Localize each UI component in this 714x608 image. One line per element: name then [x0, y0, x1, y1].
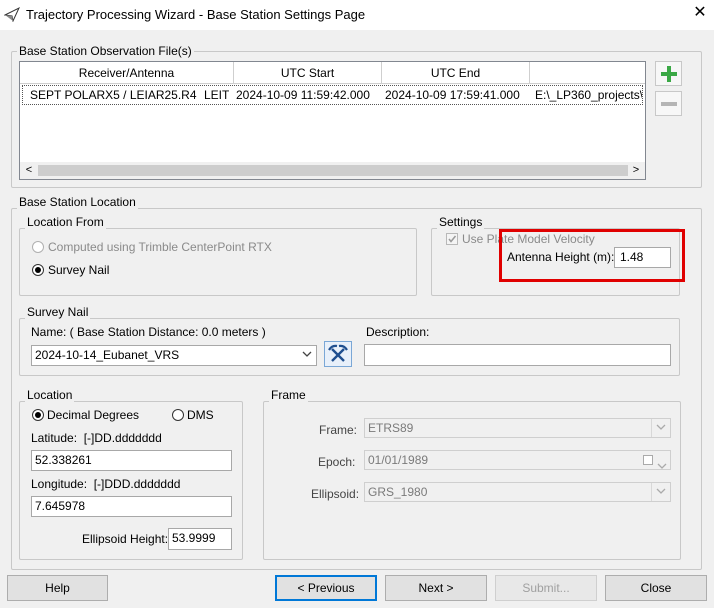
radio-survey-nail[interactable] — [32, 264, 44, 276]
highlight-box — [499, 229, 685, 282]
scroll-left-button[interactable]: < — [22, 162, 36, 179]
previous-button[interactable]: < Previous — [275, 575, 377, 601]
cell-path: E:\_LP360_projects\Tr — [535, 88, 642, 102]
close-button[interactable]: Close — [605, 575, 707, 601]
hammer-pick-icon — [328, 344, 348, 367]
column-header-receiver[interactable]: Receiver/Antenna — [20, 62, 234, 84]
radio-centerpoint-rtx-label: Computed using Trimble CenterPoint RTX — [48, 240, 272, 254]
survey-nail-tool-button[interactable] — [324, 341, 352, 367]
plate-velocity-checkbox[interactable] — [446, 233, 458, 245]
cell-utc-start: 2024-10-09 11:59:42.000 — [236, 88, 370, 102]
window-title: Trajectory Processing Wizard - Base Stat… — [26, 7, 366, 22]
column-header-utc-end[interactable]: UTC End — [382, 62, 530, 84]
survey-nail-name-label: Name: ( Base Station Distance: 0.0 meter… — [31, 325, 266, 339]
ellipsoid-height-input[interactable]: 53.9999 — [168, 528, 232, 550]
next-button[interactable]: Next > — [385, 575, 487, 601]
minus-icon — [659, 94, 679, 117]
submit-button[interactable]: Submit... — [495, 575, 597, 601]
frame-group-label: Frame — [269, 388, 308, 402]
survey-nail-name-value: 2024-10-14_Eubanet_VRS — [35, 348, 180, 362]
location-from-group — [19, 228, 417, 296]
plus-icon — [659, 64, 679, 87]
column-header-path[interactable] — [530, 62, 645, 84]
radio-survey-nail-label: Survey Nail — [48, 263, 110, 277]
ellipsoid-value: GRS_1980 — [368, 485, 428, 499]
horizontal-scrollbar[interactable]: < > — [20, 162, 645, 179]
chevron-down-icon — [651, 483, 670, 501]
longitude-input[interactable]: 7.645978 — [31, 496, 232, 517]
help-button[interactable]: Help — [7, 575, 108, 601]
add-file-button[interactable] — [655, 61, 682, 86]
table-row[interactable]: SEPT POLARX5 / LEIAR25.R4 LEIT 2024-10-0… — [22, 85, 643, 105]
remove-file-button[interactable] — [655, 91, 682, 116]
latitude-label: Latitude: [-]DD.ddddddd — [31, 431, 162, 445]
chevron-down-icon — [657, 457, 667, 475]
cell-utc-end: 2024-10-09 17:59:41.000 — [385, 88, 520, 102]
epoch-label: Epoch: — [318, 455, 356, 469]
radio-dms-label: DMS — [187, 408, 214, 422]
cell-antenna-code: LEIT — [204, 88, 230, 102]
app-icon — [3, 6, 21, 23]
ellipsoid-label: Ellipsoid: — [311, 487, 360, 501]
chevron-down-icon — [651, 419, 670, 437]
survey-nail-label: Survey Nail — [25, 305, 91, 319]
survey-nail-name-select[interactable]: 2024-10-14_Eubanet_VRS — [31, 345, 317, 366]
radio-decimal-degrees-label: Decimal Degrees — [47, 408, 140, 422]
description-input[interactable] — [364, 344, 671, 366]
radio-dms[interactable] — [172, 409, 184, 421]
longitude-label: Longitude: [-]DDD.ddddddd — [31, 477, 181, 491]
location-from-label: Location From — [25, 215, 106, 229]
calendar-icon — [643, 455, 653, 465]
base-station-location-label: Base Station Location — [17, 195, 138, 209]
latitude-input[interactable]: 52.338261 — [31, 450, 232, 471]
frame-select[interactable]: ETRS89 — [364, 418, 671, 438]
epoch-picker[interactable]: 01/01/1989 — [364, 450, 671, 470]
observation-files-label: Base Station Observation File(s) — [17, 44, 194, 58]
ellipsoid-select[interactable]: GRS_1980 — [364, 482, 671, 502]
scrollbar-thumb[interactable] — [38, 165, 628, 176]
settings-label: Settings — [437, 215, 485, 229]
close-window-icon[interactable]: ✕ — [690, 3, 710, 23]
column-header-utc-start[interactable]: UTC Start — [234, 62, 382, 84]
observation-files-table[interactable]: Receiver/Antenna UTC Start UTC End SEPT … — [19, 61, 646, 180]
chevron-down-icon — [298, 346, 316, 364]
ellipsoid-height-label: Ellipsoid Height: — [82, 532, 169, 546]
radio-decimal-degrees[interactable] — [32, 409, 44, 421]
description-label: Description: — [366, 325, 430, 339]
frame-value: ETRS89 — [368, 421, 414, 435]
scroll-right-button[interactable]: > — [629, 162, 643, 179]
cell-receiver: SEPT POLARX5 / LEIAR25.R4 — [30, 88, 197, 102]
location-coords-label: Location — [25, 388, 75, 402]
radio-centerpoint-rtx[interactable] — [32, 241, 44, 253]
epoch-value: 01/01/1989 — [368, 453, 429, 467]
frame-label: Frame: — [319, 423, 358, 437]
